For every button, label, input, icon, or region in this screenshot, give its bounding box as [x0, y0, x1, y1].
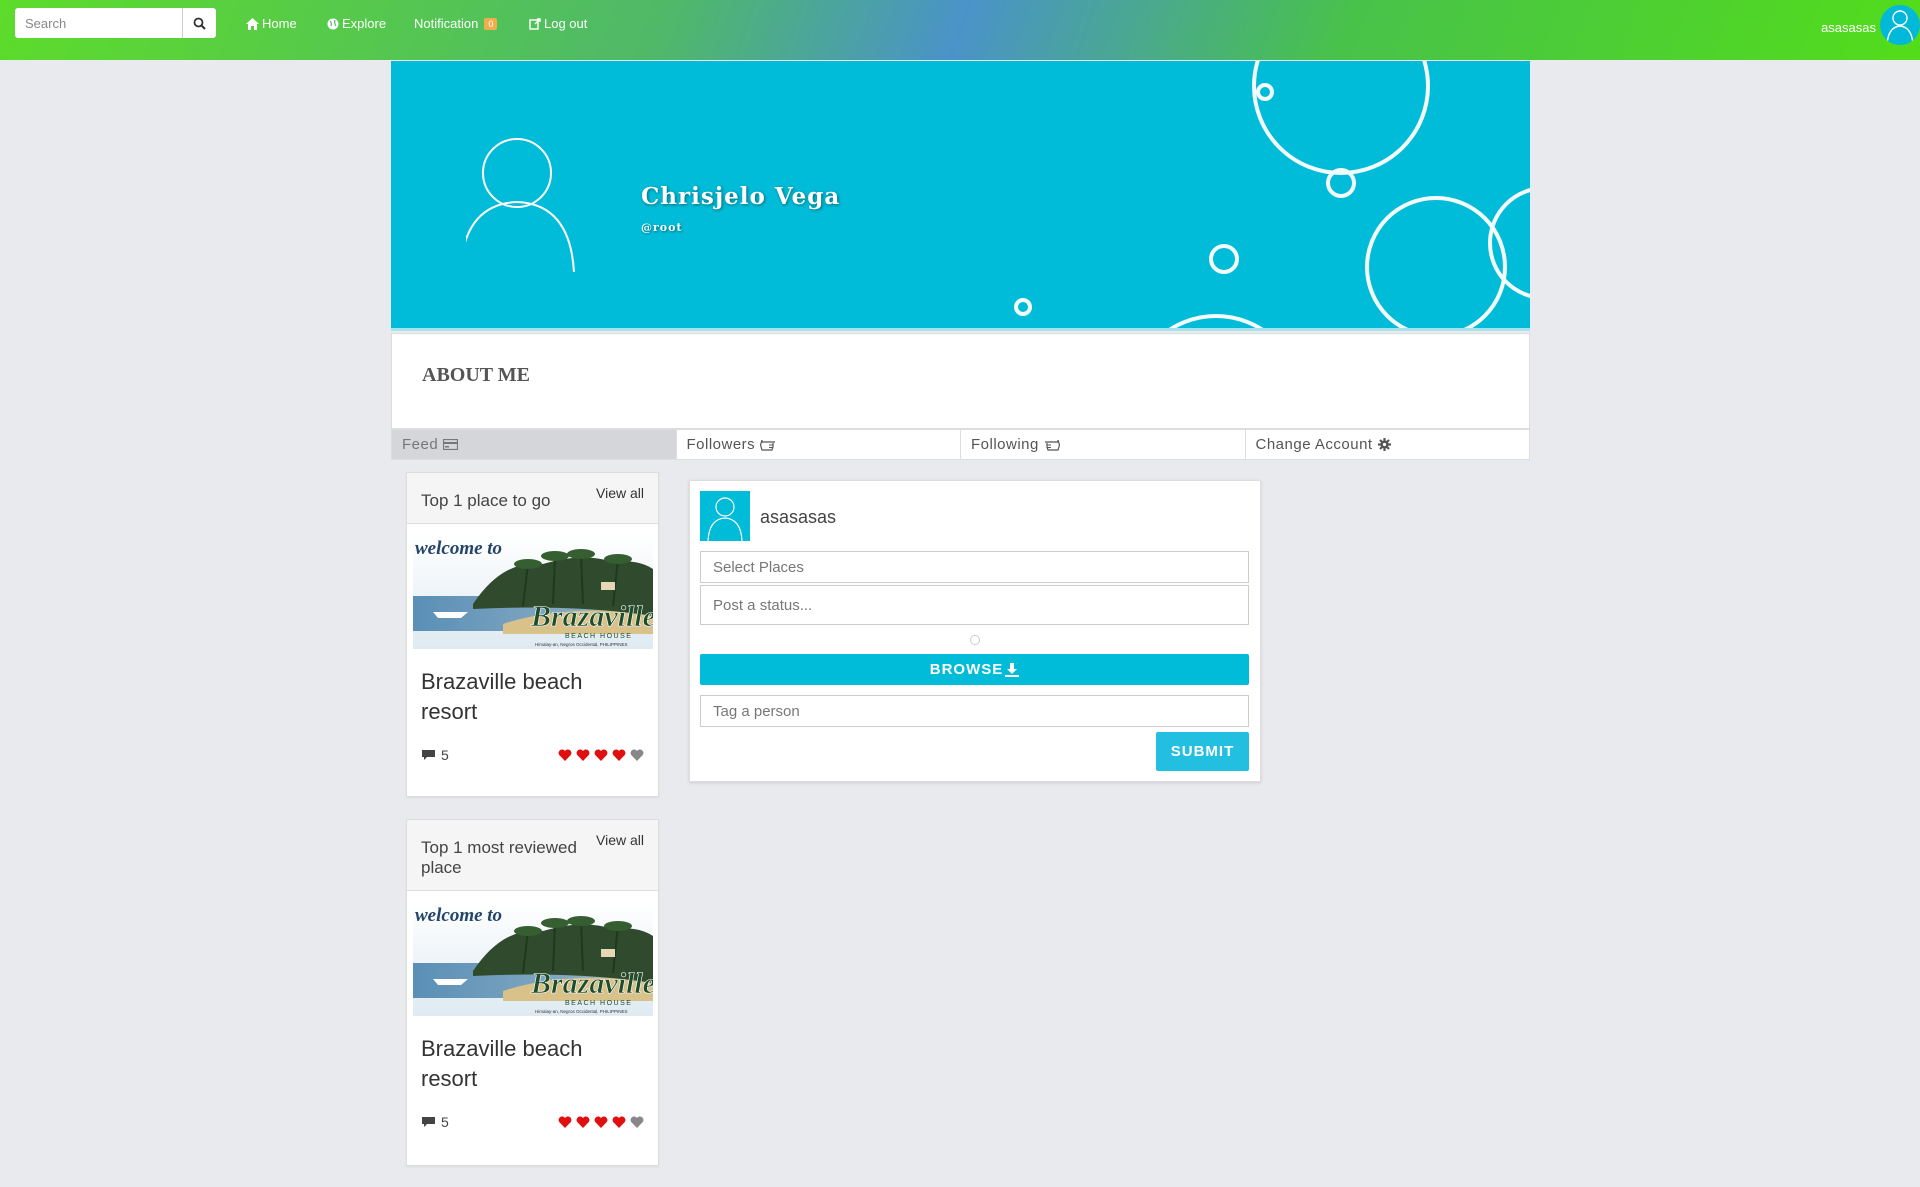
image-welcome-text: welcome to — [415, 905, 502, 926]
tab-following[interactable]: Following — [961, 429, 1246, 460]
tag-person-field[interactable] — [700, 695, 1249, 727]
search-input[interactable] — [15, 8, 182, 38]
nav-home-label: Home — [262, 16, 297, 31]
heart-empty-icon — [630, 749, 644, 761]
current-username[interactable]: asasasas — [1821, 20, 1876, 35]
heart-filled-icon — [612, 749, 626, 761]
heart-filled-icon — [576, 749, 590, 761]
top-navbar: Home Explore Notification 0 Log out asas… — [0, 0, 1920, 60]
heart-filled-icon — [558, 749, 572, 761]
card-header: Top 1 place to go View all — [407, 473, 658, 524]
user-icon — [1886, 10, 1914, 45]
card-title: Top 1 place to go — [421, 491, 551, 510]
tab-feed[interactable]: Feed — [391, 429, 677, 460]
tab-change-account[interactable]: Change Account — [1245, 429, 1530, 460]
image-location-text: Himalay-an, Negros Occidental, PHILIPPIN… — [535, 1009, 628, 1014]
tab-followers-label: Followers — [686, 436, 756, 453]
heart-filled-icon — [612, 1116, 626, 1128]
tab-change-account-label: Change Account — [1255, 436, 1373, 453]
comment-count-value: 5 — [441, 1114, 449, 1130]
heart-filled-icon — [558, 1116, 572, 1128]
download-icon — [1005, 662, 1020, 677]
rating-hearts — [558, 1116, 644, 1128]
heart-filled-icon — [576, 1116, 590, 1128]
place-name[interactable]: Brazaville beach resort — [407, 1016, 658, 1094]
profile-avatar — [466, 138, 575, 273]
comment-icon — [422, 1117, 435, 1127]
hand-left-icon — [760, 439, 776, 451]
card-footer: 5 — [407, 727, 658, 787]
loading-indicator — [970, 635, 980, 645]
gear-icon — [1377, 438, 1391, 451]
place-image[interactable]: welcome to Brazaville BEACH HOUSE Himala… — [412, 534, 653, 649]
post-composer: asasasas BROWSE SUBMIT — [689, 480, 1261, 782]
profile-tabs: Feed Followers Following Change Account — [391, 429, 1530, 460]
card-icon — [443, 439, 459, 450]
nav-explore-label: Explore — [342, 16, 387, 31]
post-username: asasasas — [760, 507, 837, 527]
most-reviewed-card: Top 1 most reviewed place View all welco… — [406, 819, 659, 1166]
rating-hearts — [558, 749, 644, 761]
view-all-link[interactable]: View all — [596, 832, 644, 848]
image-welcome-text: welcome to — [415, 538, 502, 559]
comment-count-value: 5 — [441, 747, 449, 763]
nav-logout[interactable]: Log out — [529, 16, 587, 31]
card-header: Top 1 most reviewed place View all — [407, 820, 658, 891]
about-section: ABOUT ME — [391, 333, 1530, 429]
profile-cover: Chrisjelo Vega @root — [391, 61, 1530, 331]
about-title: ABOUT ME — [422, 364, 530, 386]
nav-notification-label: Notification — [414, 16, 479, 31]
heart-empty-icon — [630, 1116, 644, 1128]
nav-home[interactable]: Home — [246, 16, 297, 31]
user-avatar[interactable] — [1880, 5, 1920, 45]
select-places-field[interactable] — [700, 551, 1249, 583]
browse-button[interactable]: BROWSE — [700, 654, 1249, 685]
profile-name: Chrisjelo Vega — [641, 183, 841, 210]
comment-icon — [422, 750, 435, 760]
post-avatar — [700, 491, 750, 541]
top-place-card: Top 1 place to go View all welcome to Br… — [406, 472, 659, 797]
search-box — [15, 8, 216, 38]
view-all-link[interactable]: View all — [596, 485, 644, 501]
image-sub-text: BEACH HOUSE — [565, 633, 632, 640]
logout-icon — [529, 17, 541, 30]
card-title: Top 1 most reviewed place — [421, 838, 577, 877]
globe-icon — [327, 18, 339, 29]
image-sub-text: BEACH HOUSE — [565, 1000, 632, 1007]
hand-right-icon — [1044, 439, 1060, 451]
tab-following-label: Following — [971, 436, 1039, 453]
heart-filled-icon — [594, 1116, 608, 1128]
comment-count[interactable]: 5 — [421, 1114, 449, 1130]
search-button[interactable] — [182, 8, 216, 38]
home-icon — [246, 17, 259, 30]
search-icon — [193, 17, 206, 30]
tab-feed-label: Feed — [402, 436, 439, 453]
nav-logout-label: Log out — [544, 16, 588, 31]
card-footer: 5 — [407, 1094, 658, 1154]
nav-notification[interactable]: Notification 0 — [414, 16, 498, 31]
profile-handle: @root — [641, 221, 683, 234]
browse-label: BROWSE — [929, 661, 1004, 678]
image-brand-text: Brazaville — [530, 600, 653, 633]
nav-explore[interactable]: Explore — [327, 16, 386, 31]
user-icon — [707, 497, 743, 541]
image-brand-text: Brazaville — [530, 967, 653, 1000]
notification-badge: 0 — [484, 17, 498, 30]
tab-followers[interactable]: Followers — [676, 429, 961, 460]
image-location-text: Himalay-an, Negros Occidental, PHILIPPIN… — [535, 642, 628, 647]
status-input[interactable] — [700, 585, 1249, 625]
comment-count[interactable]: 5 — [421, 747, 449, 763]
place-name[interactable]: Brazaville beach resort — [407, 649, 658, 727]
heart-filled-icon — [594, 749, 608, 761]
submit-button[interactable]: SUBMIT — [1156, 732, 1249, 771]
place-image[interactable]: welcome to Brazaville BEACH HOUSE Himala… — [412, 901, 653, 1016]
